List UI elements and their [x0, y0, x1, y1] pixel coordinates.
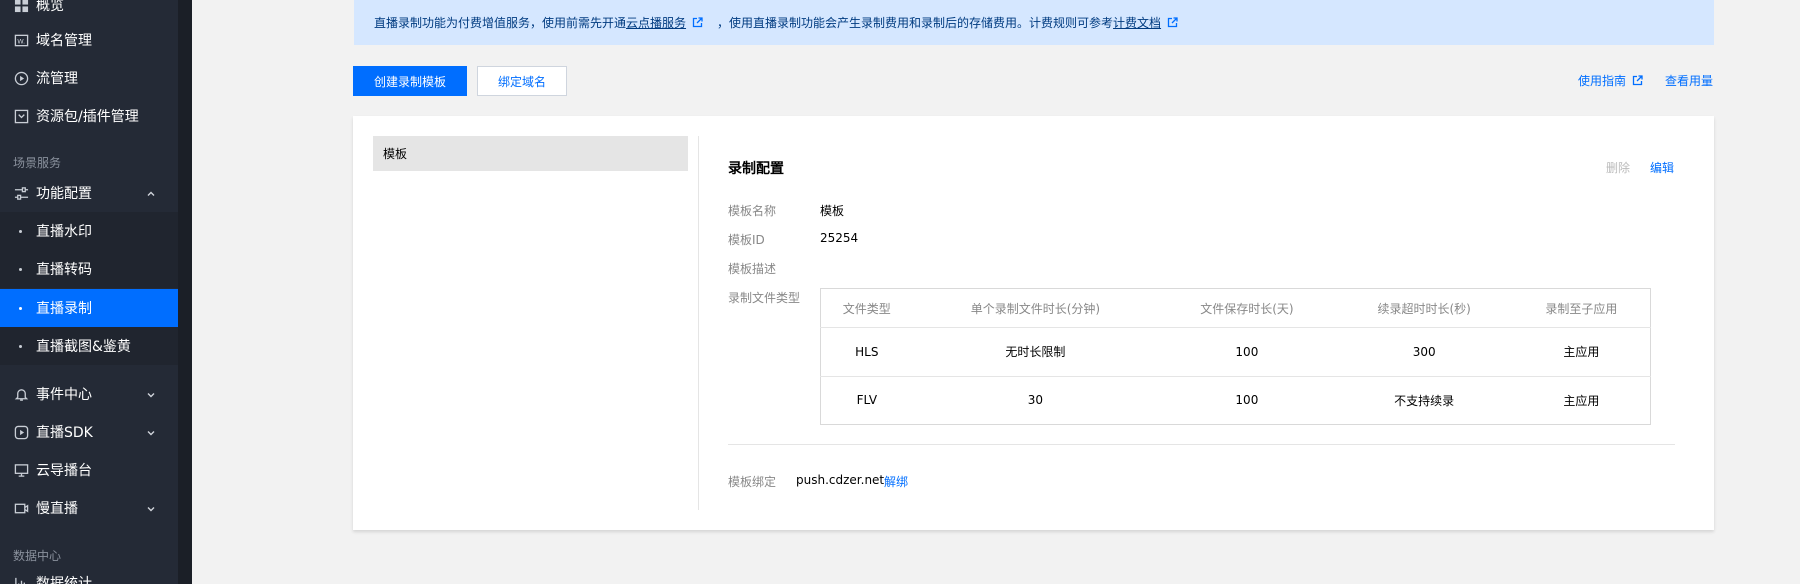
chevron-down-icon [146, 502, 156, 512]
chart-icon [13, 575, 29, 584]
grid-icon [13, 0, 29, 13]
sidebar-item-label: 直播截图&鉴黄 [36, 339, 131, 355]
sidebar-item-package[interactable]: 资源包/插件管理 [0, 97, 178, 135]
sidebar-item-director[interactable]: 云导播台 [0, 451, 178, 489]
table-cell: 主应用 [1512, 327, 1651, 376]
table-cell: 30 [912, 375, 1159, 425]
table-cell: FLV [820, 375, 913, 425]
template-desc-label: 模板描述 [728, 262, 777, 276]
table-row: HLS 无时长限制 100 300 主应用 [820, 327, 1651, 376]
sidebar-item-label: 流管理 [36, 71, 78, 87]
sidebar-item-stream[interactable]: 流管理 [0, 59, 178, 97]
usage-guide-label: 使用指南 [1578, 74, 1627, 88]
sidebar-item-label: 功能配置 [36, 186, 92, 202]
bullet-icon [19, 344, 22, 348]
chevron-down-icon [146, 388, 156, 398]
view-usage-link[interactable]: 查看用量 [1665, 72, 1713, 89]
vod-service-link[interactable]: 云点播服务 [626, 14, 686, 31]
file-type-label: 录制文件类型 [728, 291, 801, 305]
bell-icon [13, 386, 29, 402]
sidebar-item-label: 数据统计 [36, 576, 92, 584]
sidebar-scrollbar[interactable] [178, 0, 192, 584]
table-row: FLV 30 100 不支持续录 主应用 [820, 375, 1651, 425]
template-id-value: 25254 [820, 231, 859, 245]
sidebar-item-slow-live[interactable]: 慢直播 [0, 489, 178, 527]
delete-button[interactable]: 删除 [1606, 159, 1630, 176]
bind-domain-button[interactable]: 绑定域名 [477, 66, 567, 96]
table-header: 文件保存时长(天) [1200, 301, 1294, 316]
external-link-icon [692, 17, 703, 28]
sidebar-item-label: 云导播台 [36, 463, 92, 479]
chevron-up-icon [146, 187, 156, 197]
svg-text:W.: W. [17, 37, 25, 45]
billing-doc-link[interactable]: 计费文档 [1113, 14, 1161, 31]
usage-guide-link[interactable]: 使用指南 [1578, 72, 1643, 89]
recording-config-table: 文件类型 单个录制文件时长(分钟) 文件保存时长(天) 续录超时时长(秒) 录制… [820, 288, 1651, 425]
camera-icon [13, 500, 29, 516]
sidebar-item-label: 域名管理 [36, 33, 92, 49]
sidebar-item-label: 直播SDK [36, 425, 93, 441]
bullet-icon [19, 267, 22, 271]
sidebar-item-domain[interactable]: W. 域名管理 [0, 21, 178, 59]
table-cell: 300 [1335, 327, 1513, 376]
sidebar-item-stats[interactable]: 数据统计 [0, 564, 178, 584]
table-cell: 不支持续录 [1335, 375, 1513, 425]
sidebar-item-label: 事件中心 [36, 387, 92, 403]
table-header: 录制至子应用 [1545, 301, 1618, 316]
chevron-down-icon [146, 426, 156, 436]
create-template-button[interactable]: 创建录制模板 [353, 66, 467, 96]
sidebar-subitem-transcode[interactable]: 直播转码 [0, 250, 178, 288]
table-cell: 100 [1158, 327, 1336, 376]
sidebar-item-label: 资源包/插件管理 [36, 109, 139, 125]
bound-domain: push.cdzer.net [796, 473, 885, 487]
edit-button[interactable]: 编辑 [1650, 159, 1674, 176]
section-label-data: 数据中心 [13, 549, 62, 563]
sidebar-item-label: 直播录制 [36, 301, 92, 317]
play-circle-icon [13, 70, 29, 86]
sidebar-item-events[interactable]: 事件中心 [0, 375, 178, 413]
table-cell: 主应用 [1512, 375, 1651, 425]
horizontal-divider [728, 444, 1675, 445]
notice-text: ，使用直播录制功能会产生录制费用和录制后的存储费用。计费规则可参考 [717, 16, 1114, 30]
sidebar-item-label: 直播转码 [36, 262, 92, 278]
sliders-icon [13, 185, 29, 201]
sidebar-item-feature-config[interactable]: 功能配置 [0, 174, 178, 212]
table-header: 文件类型 [842, 301, 891, 316]
table-header: 单个录制文件时长(分钟) [970, 301, 1101, 316]
template-card: 模板 录制配置 删除 编辑 模板名称 模板 模板ID 25254 模板描述 录制… [353, 116, 1714, 530]
external-link-icon [1632, 75, 1643, 86]
template-name-label: 模板名称 [728, 204, 777, 218]
table-cell: 无时长限制 [912, 327, 1159, 376]
external-link-icon [1167, 17, 1178, 28]
sidebar-subitem-screenshot[interactable]: 直播截图&鉴黄 [0, 327, 178, 365]
domain-icon: W. [13, 32, 29, 48]
table-header-row: 文件类型 单个录制文件时长(分钟) 文件保存时长(天) 续录超时时长(秒) 录制… [821, 289, 1651, 328]
notice-text: 直播录制功能为付费增值服务，使用前需先开通 [374, 16, 627, 30]
sidebar-subitem-watermark[interactable]: 直播水印 [0, 212, 178, 250]
template-binding-label: 模板绑定 [728, 475, 777, 489]
sidebar-item-sdk[interactable]: 直播SDK [0, 413, 178, 451]
notice-banner: 直播录制功能为付费增值服务，使用前需先开通 云点播服务 ，使用直播录制功能会产生… [354, 0, 1714, 45]
sidebar-subitem-recording[interactable]: 直播录制 [0, 289, 178, 327]
package-icon [13, 108, 29, 124]
table-header: 续录超时时长(秒) [1377, 301, 1471, 316]
sidebar-item-label: 直播水印 [36, 224, 92, 240]
table-cell: HLS [820, 327, 913, 376]
bullet-icon [19, 306, 22, 310]
monitor-icon [13, 462, 29, 478]
bullet-icon [19, 229, 22, 233]
template-id-label: 模板ID [728, 233, 765, 247]
template-name-value: 模板 [820, 204, 845, 218]
template-list-item[interactable]: 模板 [373, 136, 688, 171]
detail-title: 录制配置 [728, 161, 784, 177]
table-cell: 100 [1158, 375, 1336, 425]
vertical-divider [698, 136, 699, 510]
unbind-button[interactable]: 解绑 [884, 473, 908, 490]
section-label-scene: 场景服务 [13, 156, 62, 170]
sidebar: 概览 W. 域名管理 流管理 资源包/插件管理 场景服务 功能配置 直播水印 直… [0, 0, 192, 584]
sidebar-item-label: 慢直播 [36, 501, 78, 517]
play-square-icon [13, 424, 29, 440]
sidebar-item-label: 概览 [36, 0, 64, 14]
